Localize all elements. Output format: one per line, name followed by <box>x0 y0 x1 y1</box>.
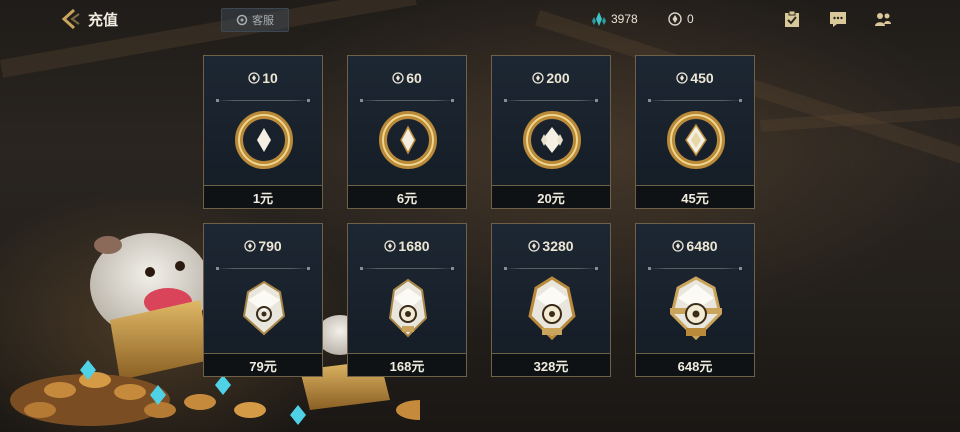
card-divider <box>360 99 454 102</box>
coin-icon <box>392 72 404 84</box>
price-label: 168元 <box>347 353 467 377</box>
clipboard-icon <box>785 10 799 27</box>
coin-icon <box>532 72 544 84</box>
gold-ring-emblem-icon <box>235 111 293 169</box>
package-amount: 10 <box>204 70 322 86</box>
package-card-200[interactable]: 200 20元 <box>491 55 611 209</box>
card-divider <box>216 267 310 270</box>
card-divider <box>504 99 598 102</box>
price-label: 20元 <box>491 185 611 209</box>
gold-ring-emblem-icon <box>667 111 725 169</box>
price-label: 648元 <box>635 353 755 377</box>
price-label: 79元 <box>203 353 323 377</box>
chevron-left-icon <box>61 8 80 30</box>
back-button[interactable]: 充值 <box>60 8 118 30</box>
package-amount-value: 6480 <box>686 238 718 254</box>
package-card-1680[interactable]: 1680 168元 <box>347 223 467 377</box>
coin-icon <box>384 240 397 252</box>
gold-ring-emblem-icon <box>523 111 581 169</box>
customer-service-label: 客服 <box>252 15 274 27</box>
package-amount: 1680 <box>348 238 466 254</box>
coin-icon <box>672 240 685 252</box>
crystal-crest-icon <box>388 278 428 338</box>
package-card-3280[interactable]: 3280 328元 <box>491 223 611 377</box>
page-title: 充值 <box>88 11 119 29</box>
card-divider <box>360 267 454 270</box>
blue-essence-balance: 3978 <box>592 12 638 26</box>
card-divider <box>504 267 598 270</box>
coin-icon <box>676 72 688 84</box>
package-amount-value: 790 <box>258 238 282 254</box>
chat-button[interactable] <box>829 10 847 28</box>
friends-icon <box>875 13 891 26</box>
card-divider <box>648 99 742 102</box>
top-bar: 充值 客服 3978 0 <box>0 0 960 40</box>
crystal-crest-icon <box>242 280 286 336</box>
coin-balance: 0 <box>668 12 694 26</box>
quests-button[interactable] <box>783 10 801 28</box>
headset-icon <box>236 14 248 26</box>
price-label: 328元 <box>491 353 611 377</box>
package-amount-value: 1680 <box>398 238 430 254</box>
package-card-60[interactable]: 60 6元 <box>347 55 467 209</box>
coin-icon <box>668 12 682 26</box>
price-label: 1元 <box>203 185 323 209</box>
package-amount: 450 <box>636 70 754 86</box>
package-amount: 60 <box>348 70 466 86</box>
customer-service-button[interactable]: 客服 <box>221 8 289 32</box>
price-label: 6元 <box>347 185 467 209</box>
blue-essence-amount: 3978 <box>611 12 638 26</box>
card-divider <box>216 99 310 102</box>
recharge-package-grid: 10 1元 60 6元 200 20元 450 45元 790 79元 1680… <box>203 55 758 377</box>
friends-button[interactable] <box>874 10 892 28</box>
package-amount-value: 450 <box>690 70 714 86</box>
package-amount-value: 3280 <box>542 238 574 254</box>
package-amount-value: 10 <box>262 70 278 86</box>
package-card-450[interactable]: 450 45元 <box>635 55 755 209</box>
package-card-790[interactable]: 790 79元 <box>203 223 323 377</box>
crystal-crest-icon <box>528 276 576 340</box>
package-amount-value: 200 <box>546 70 570 86</box>
coin-icon <box>244 240 256 252</box>
gold-ring-emblem-icon <box>379 111 437 169</box>
crystal-crest-icon <box>670 276 722 340</box>
card-divider <box>648 267 742 270</box>
package-card-10[interactable]: 10 1元 <box>203 55 323 209</box>
package-amount-value: 60 <box>406 70 422 86</box>
package-amount: 790 <box>204 238 322 254</box>
package-card-6480[interactable]: 6480 648元 <box>635 223 755 377</box>
crystal-icon <box>592 12 606 26</box>
package-amount: 200 <box>492 70 610 86</box>
package-amount: 6480 <box>636 238 754 254</box>
coin-icon <box>528 240 541 252</box>
coin-icon <box>248 72 260 84</box>
price-label: 45元 <box>635 185 755 209</box>
package-amount: 3280 <box>492 238 610 254</box>
coin-amount: 0 <box>687 12 694 26</box>
chat-icon <box>830 12 846 27</box>
